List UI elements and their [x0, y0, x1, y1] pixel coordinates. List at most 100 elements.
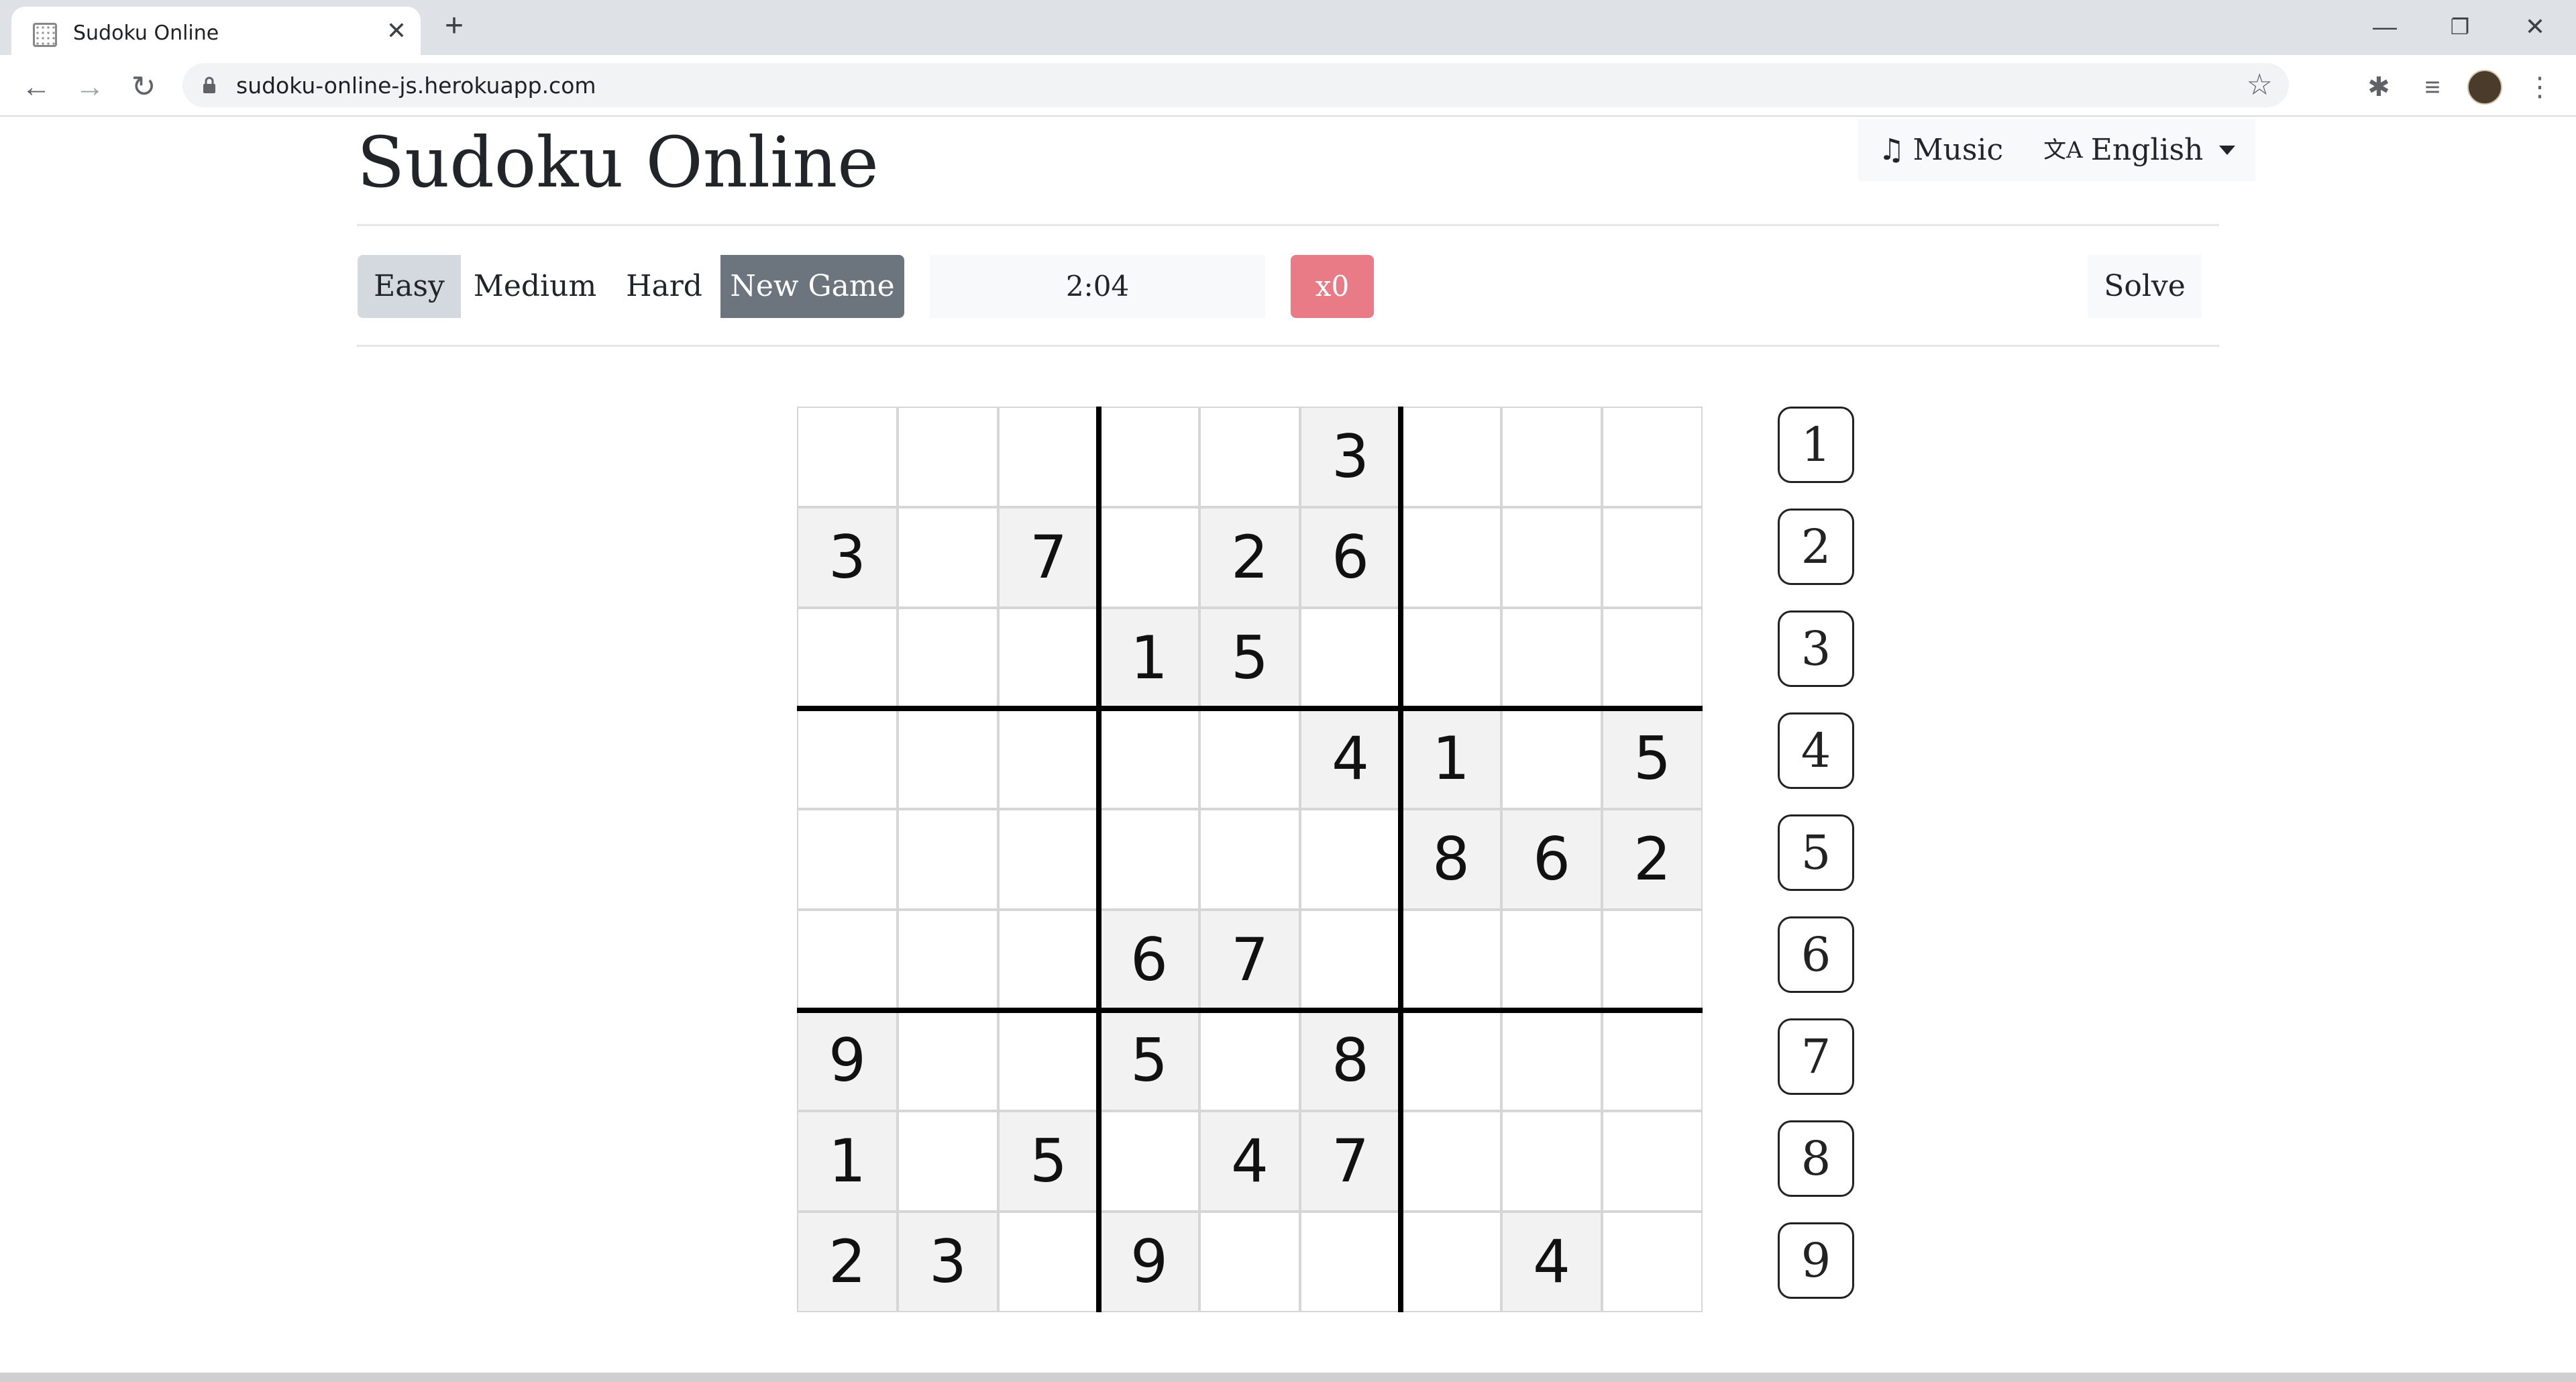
sudoku-cell[interactable]: [898, 809, 998, 910]
minimize-icon[interactable]: —: [2348, 7, 2422, 47]
solve-button[interactable]: Solve: [2088, 255, 2202, 318]
sudoku-cell[interactable]: 4: [1501, 1212, 1602, 1312]
sudoku-cell[interactable]: [1501, 708, 1602, 809]
sudoku-cell[interactable]: [998, 1212, 1099, 1312]
sudoku-cell[interactable]: 7: [1199, 910, 1300, 1010]
difficulty-hard-button[interactable]: Hard: [610, 255, 718, 318]
sudoku-cell[interactable]: 7: [1300, 1111, 1401, 1212]
sudoku-cell[interactable]: [1099, 708, 1199, 809]
music-button[interactable]: ♫ Music: [1858, 119, 2023, 181]
sudoku-cell[interactable]: [1602, 1111, 1703, 1212]
sudoku-cell[interactable]: [797, 608, 898, 708]
sudoku-cell[interactable]: [998, 708, 1099, 809]
extensions-puzzle-icon[interactable]: ✱: [2359, 67, 2399, 107]
sudoku-cell[interactable]: 1: [1099, 608, 1199, 708]
sudoku-cell[interactable]: 2: [1199, 507, 1300, 608]
sudoku-cell[interactable]: [797, 809, 898, 910]
new-tab-icon[interactable]: +: [437, 9, 471, 43]
sudoku-cell[interactable]: [1602, 910, 1703, 1010]
sudoku-cell[interactable]: [1401, 407, 1501, 507]
sudoku-cell[interactable]: 3: [1300, 407, 1401, 507]
horizontal-scrollbar[interactable]: [0, 1373, 2576, 1382]
back-arrow-icon[interactable]: ←: [16, 67, 56, 107]
sudoku-cell[interactable]: 6: [1099, 910, 1199, 1010]
media-queue-icon[interactable]: ≡: [2412, 67, 2453, 107]
sudoku-cell[interactable]: [1199, 407, 1300, 507]
sudoku-cell[interactable]: [1300, 1212, 1401, 1312]
window-close-icon[interactable]: ✕: [2498, 7, 2572, 47]
number-pad-button[interactable]: 9: [1778, 1222, 1854, 1299]
sudoku-cell[interactable]: [1501, 1010, 1602, 1111]
sudoku-cell[interactable]: [1300, 608, 1401, 708]
sudoku-cell[interactable]: [797, 708, 898, 809]
browser-tab[interactable]: Sudoku Online ✕: [11, 7, 421, 55]
sudoku-cell[interactable]: 7: [998, 507, 1099, 608]
sudoku-cell[interactable]: [1602, 608, 1703, 708]
number-pad-button[interactable]: 2: [1778, 509, 1854, 585]
number-pad-button[interactable]: 1: [1778, 407, 1854, 483]
sudoku-cell[interactable]: 8: [1401, 809, 1501, 910]
number-pad-button[interactable]: 8: [1778, 1120, 1854, 1197]
sudoku-cell[interactable]: [1300, 910, 1401, 1010]
forward-arrow-icon[interactable]: →: [70, 67, 110, 107]
sudoku-cell[interactable]: 8: [1300, 1010, 1401, 1111]
number-pad-button[interactable]: 4: [1778, 712, 1854, 789]
sudoku-cell[interactable]: [1401, 1111, 1501, 1212]
sudoku-cell[interactable]: [998, 809, 1099, 910]
sudoku-cell[interactable]: 1: [797, 1111, 898, 1212]
sudoku-cell[interactable]: [1300, 809, 1401, 910]
sudoku-cell[interactable]: [1401, 1010, 1501, 1111]
sudoku-cell[interactable]: [898, 910, 998, 1010]
number-pad-button[interactable]: 6: [1778, 916, 1854, 993]
sudoku-cell[interactable]: [1501, 1111, 1602, 1212]
sudoku-cell[interactable]: [1099, 407, 1199, 507]
sudoku-cell[interactable]: [797, 407, 898, 507]
sudoku-cell[interactable]: [1501, 910, 1602, 1010]
sudoku-cell[interactable]: [898, 1010, 998, 1111]
number-pad-button[interactable]: 5: [1778, 814, 1854, 891]
sudoku-cell[interactable]: [1199, 1010, 1300, 1111]
sudoku-cell[interactable]: [1199, 708, 1300, 809]
address-bar[interactable]: sudoku-online-js.herokuapp.com ☆: [182, 63, 2289, 107]
sudoku-cell[interactable]: 1: [1401, 708, 1501, 809]
sudoku-cell[interactable]: [998, 407, 1099, 507]
sudoku-cell[interactable]: [998, 910, 1099, 1010]
sudoku-cell[interactable]: [898, 608, 998, 708]
sudoku-cell[interactable]: 6: [1501, 809, 1602, 910]
difficulty-easy-button[interactable]: Easy: [358, 255, 461, 318]
sudoku-cell[interactable]: 9: [797, 1010, 898, 1111]
sudoku-cell[interactable]: [898, 708, 998, 809]
number-pad-button[interactable]: 7: [1778, 1018, 1854, 1095]
sudoku-cell[interactable]: [998, 1010, 1099, 1111]
restore-icon[interactable]: ❐: [2423, 7, 2497, 47]
sudoku-cell[interactable]: [1401, 1212, 1501, 1312]
sudoku-cell[interactable]: 4: [1300, 708, 1401, 809]
sudoku-cell[interactable]: [1401, 507, 1501, 608]
sudoku-cell[interactable]: [1099, 809, 1199, 910]
sudoku-cell[interactable]: [1401, 910, 1501, 1010]
sudoku-cell[interactable]: [1199, 809, 1300, 910]
sudoku-cell[interactable]: 6: [1300, 507, 1401, 608]
sudoku-cell[interactable]: 3: [797, 507, 898, 608]
sudoku-cell[interactable]: [1099, 1111, 1199, 1212]
sudoku-cell[interactable]: [998, 608, 1099, 708]
sudoku-cell[interactable]: [1401, 608, 1501, 708]
language-dropdown[interactable]: 文A English: [2023, 119, 2255, 181]
sudoku-cell[interactable]: 5: [998, 1111, 1099, 1212]
number-pad-button[interactable]: 3: [1778, 610, 1854, 687]
close-tab-icon[interactable]: ✕: [382, 16, 411, 46]
sudoku-cell[interactable]: 5: [1099, 1010, 1199, 1111]
sudoku-cell[interactable]: 9: [1099, 1212, 1199, 1312]
sudoku-cell[interactable]: 2: [1602, 809, 1703, 910]
sudoku-cell[interactable]: 4: [1199, 1111, 1300, 1212]
new-game-button[interactable]: New Game: [720, 255, 904, 318]
sudoku-cell[interactable]: [898, 1111, 998, 1212]
sudoku-cell[interactable]: [1602, 507, 1703, 608]
browser-menu-icon[interactable]: ⋮: [2520, 67, 2560, 107]
sudoku-cell[interactable]: 3: [898, 1212, 998, 1312]
sudoku-cell[interactable]: 5: [1199, 608, 1300, 708]
sudoku-cell[interactable]: [1602, 1212, 1703, 1312]
profile-avatar[interactable]: [2467, 70, 2502, 105]
sudoku-cell[interactable]: 5: [1602, 708, 1703, 809]
sudoku-cell[interactable]: [1602, 407, 1703, 507]
